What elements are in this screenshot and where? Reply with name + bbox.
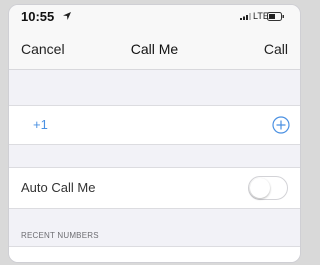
call-button[interactable]: Call — [264, 41, 288, 57]
phone-number-row[interactable]: +1 — [9, 105, 300, 145]
location-arrow-icon — [63, 12, 71, 20]
toggle-knob — [250, 178, 270, 198]
page-title: Call Me — [130, 41, 179, 57]
recent-numbers-header: RECENT NUMBERS — [21, 231, 99, 240]
battery-icon — [267, 12, 284, 21]
phone-screen: 10:55 LTE Cancel Call Me Call +1 Auto Ca… — [8, 4, 301, 263]
status-bar: 10:55 LTE — [9, 5, 300, 29]
auto-call-label: Auto Call Me — [21, 180, 96, 195]
recent-numbers-list — [9, 246, 300, 262]
auto-call-toggle[interactable] — [248, 176, 288, 200]
signal-icon — [240, 13, 251, 20]
status-time: 10:55 — [21, 9, 55, 24]
navigation-bar: Cancel Call Me Call — [9, 29, 300, 70]
add-circle-icon[interactable] — [272, 116, 290, 134]
country-code[interactable]: +1 — [33, 117, 48, 132]
auto-call-row: Auto Call Me — [9, 167, 300, 209]
